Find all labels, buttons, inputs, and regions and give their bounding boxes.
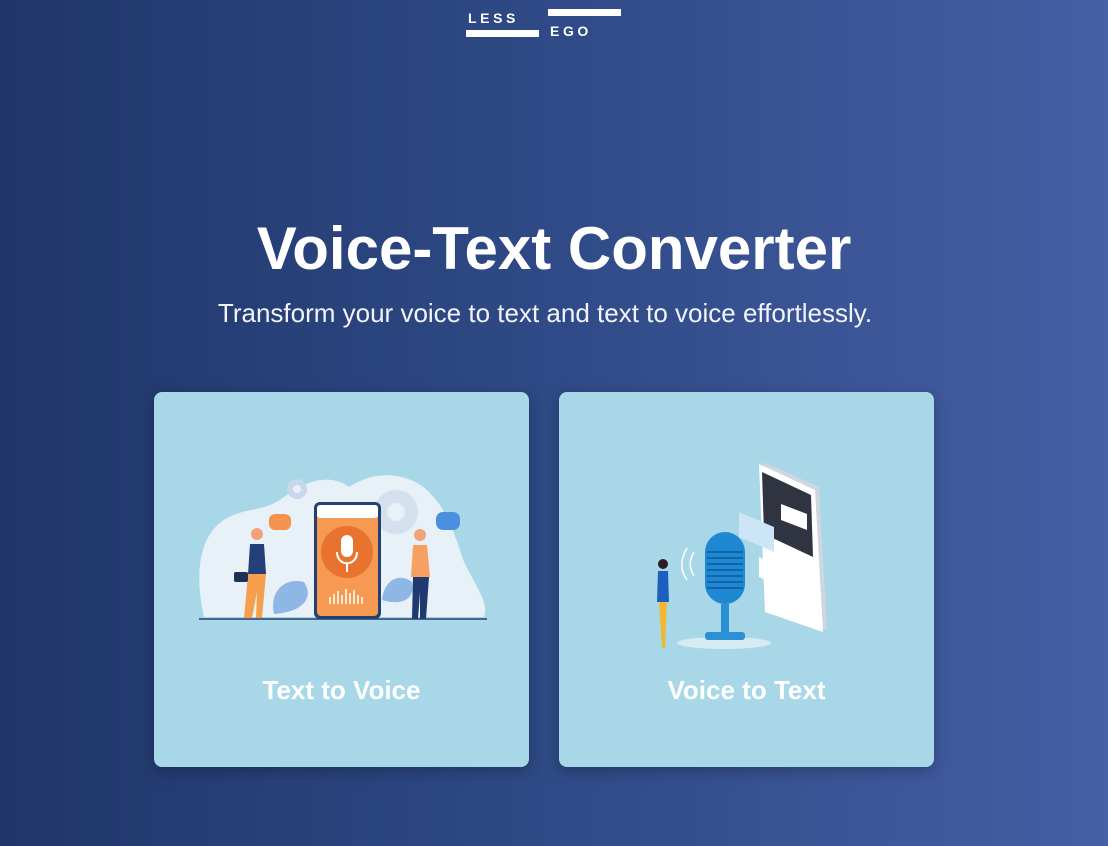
logo-text-ego: EGO (550, 23, 592, 39)
phone-microphone-people-illustration (199, 475, 487, 620)
page-subtitle: Transform your voice to text and text to… (217, 298, 873, 328)
logo-bar-right (548, 9, 621, 16)
microphone-icon (705, 532, 745, 604)
voice-to-text-label: Voice to Text (667, 675, 826, 705)
logo-bar-left (466, 30, 539, 37)
studio-microphone-smartphone-illustration (657, 462, 827, 649)
text-to-voice-label: Text to Voice (262, 675, 421, 705)
voice-to-text-card[interactable]: Voice to Text (559, 392, 934, 767)
text-to-voice-card[interactable]: Text to Voice (154, 392, 529, 767)
microphone-icon (341, 535, 353, 557)
page-title: Voice-Text Converter (256, 215, 852, 282)
logo-text-less: LESS (468, 10, 519, 26)
gear-icon (287, 479, 307, 499)
lessego-logo: LESS EGO (466, 8, 622, 42)
